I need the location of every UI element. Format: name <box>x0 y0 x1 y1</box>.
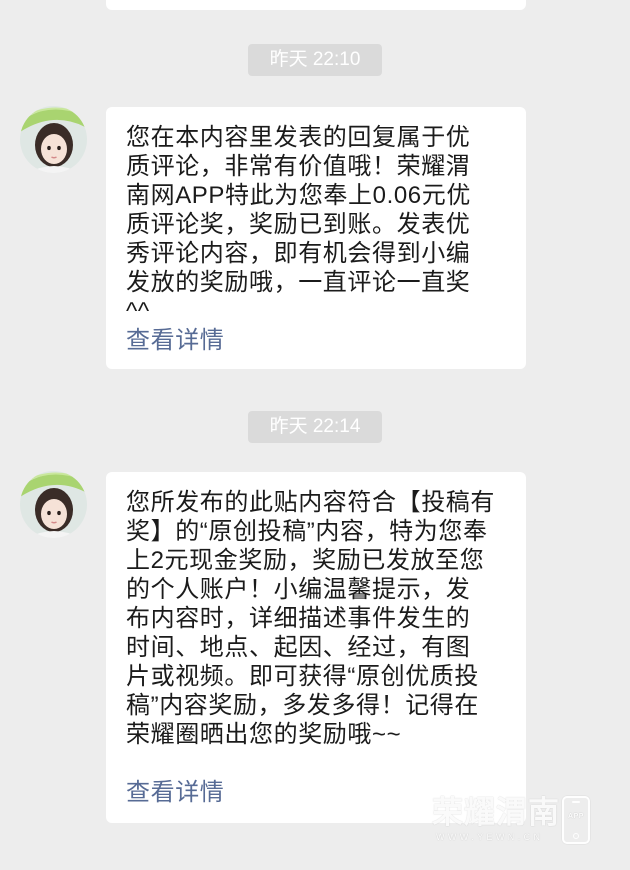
timestamp-separator: 昨天 22:14 <box>248 411 382 443</box>
message-text-line: 荣耀圈晒出您的奖励哦~~ <box>126 721 402 748</box>
sender-avatar[interactable] <box>20 471 87 538</box>
message-text-line: 秀评论内容，即有机会得到小编 <box>126 240 471 267</box>
previous-message-bubble[interactable] <box>106 0 526 10</box>
avatar-photo <box>20 471 87 538</box>
message-text-line: 时间、地点、起因、经过，有图 <box>126 634 471 661</box>
message-text-line: 片或视频。即可获得“原创优质投 <box>126 663 479 690</box>
timestamp-separator: 昨天 22:10 <box>248 44 382 76</box>
message-bubble[interactable]: 您所发布的此贴内容符合【投稿有 奖】的“原创投稿”内容，特为您奉 上2元现金奖励… <box>106 472 526 823</box>
message-text-line: 的个人账户！小编温馨提示，发 <box>126 576 471 603</box>
message-text-line: 布内容时，详细描述事件发生的 <box>126 605 471 632</box>
message-text-line: 稿”内容奖励，多发多得！记得在 <box>126 692 479 719</box>
message-text-line: 质评论奖，奖励已到账。发表优 <box>126 211 471 238</box>
message-text-line: ^^ <box>126 298 150 325</box>
watermark-site: WWW.YEWN.CN <box>436 832 544 842</box>
view-details-link[interactable]: 查看详情 <box>126 326 224 355</box>
message-text-line: 您所发布的此贴内容符合【投稿有 <box>126 489 495 516</box>
avatar-photo <box>20 106 87 173</box>
message-text-line: 您在本内容里发表的回复属于优 <box>126 124 471 151</box>
message-text-line: 南网APP特此为您奉上0.06元优 <box>126 182 471 209</box>
phone-icon: APP <box>562 796 590 844</box>
message-text-line: 质评论，非常有价值哦！荣耀渭 <box>126 153 471 180</box>
view-details-link[interactable]: 查看详情 <box>126 778 224 807</box>
message-text-line: 发放的奖励哦，一直评论一直奖 <box>126 269 471 296</box>
message-text-line: 奖】的“原创投稿”内容，特为您奉 <box>126 518 488 545</box>
message-bubble[interactable]: 您在本内容里发表的回复属于优 质评论，非常有价值哦！荣耀渭 南网APP特此为您奉… <box>106 107 526 369</box>
sender-avatar[interactable] <box>20 106 87 173</box>
message-text-line: 上2元现金奖励，奖励已发放至您 <box>126 547 485 574</box>
watermark-app-label: APP <box>568 813 584 820</box>
